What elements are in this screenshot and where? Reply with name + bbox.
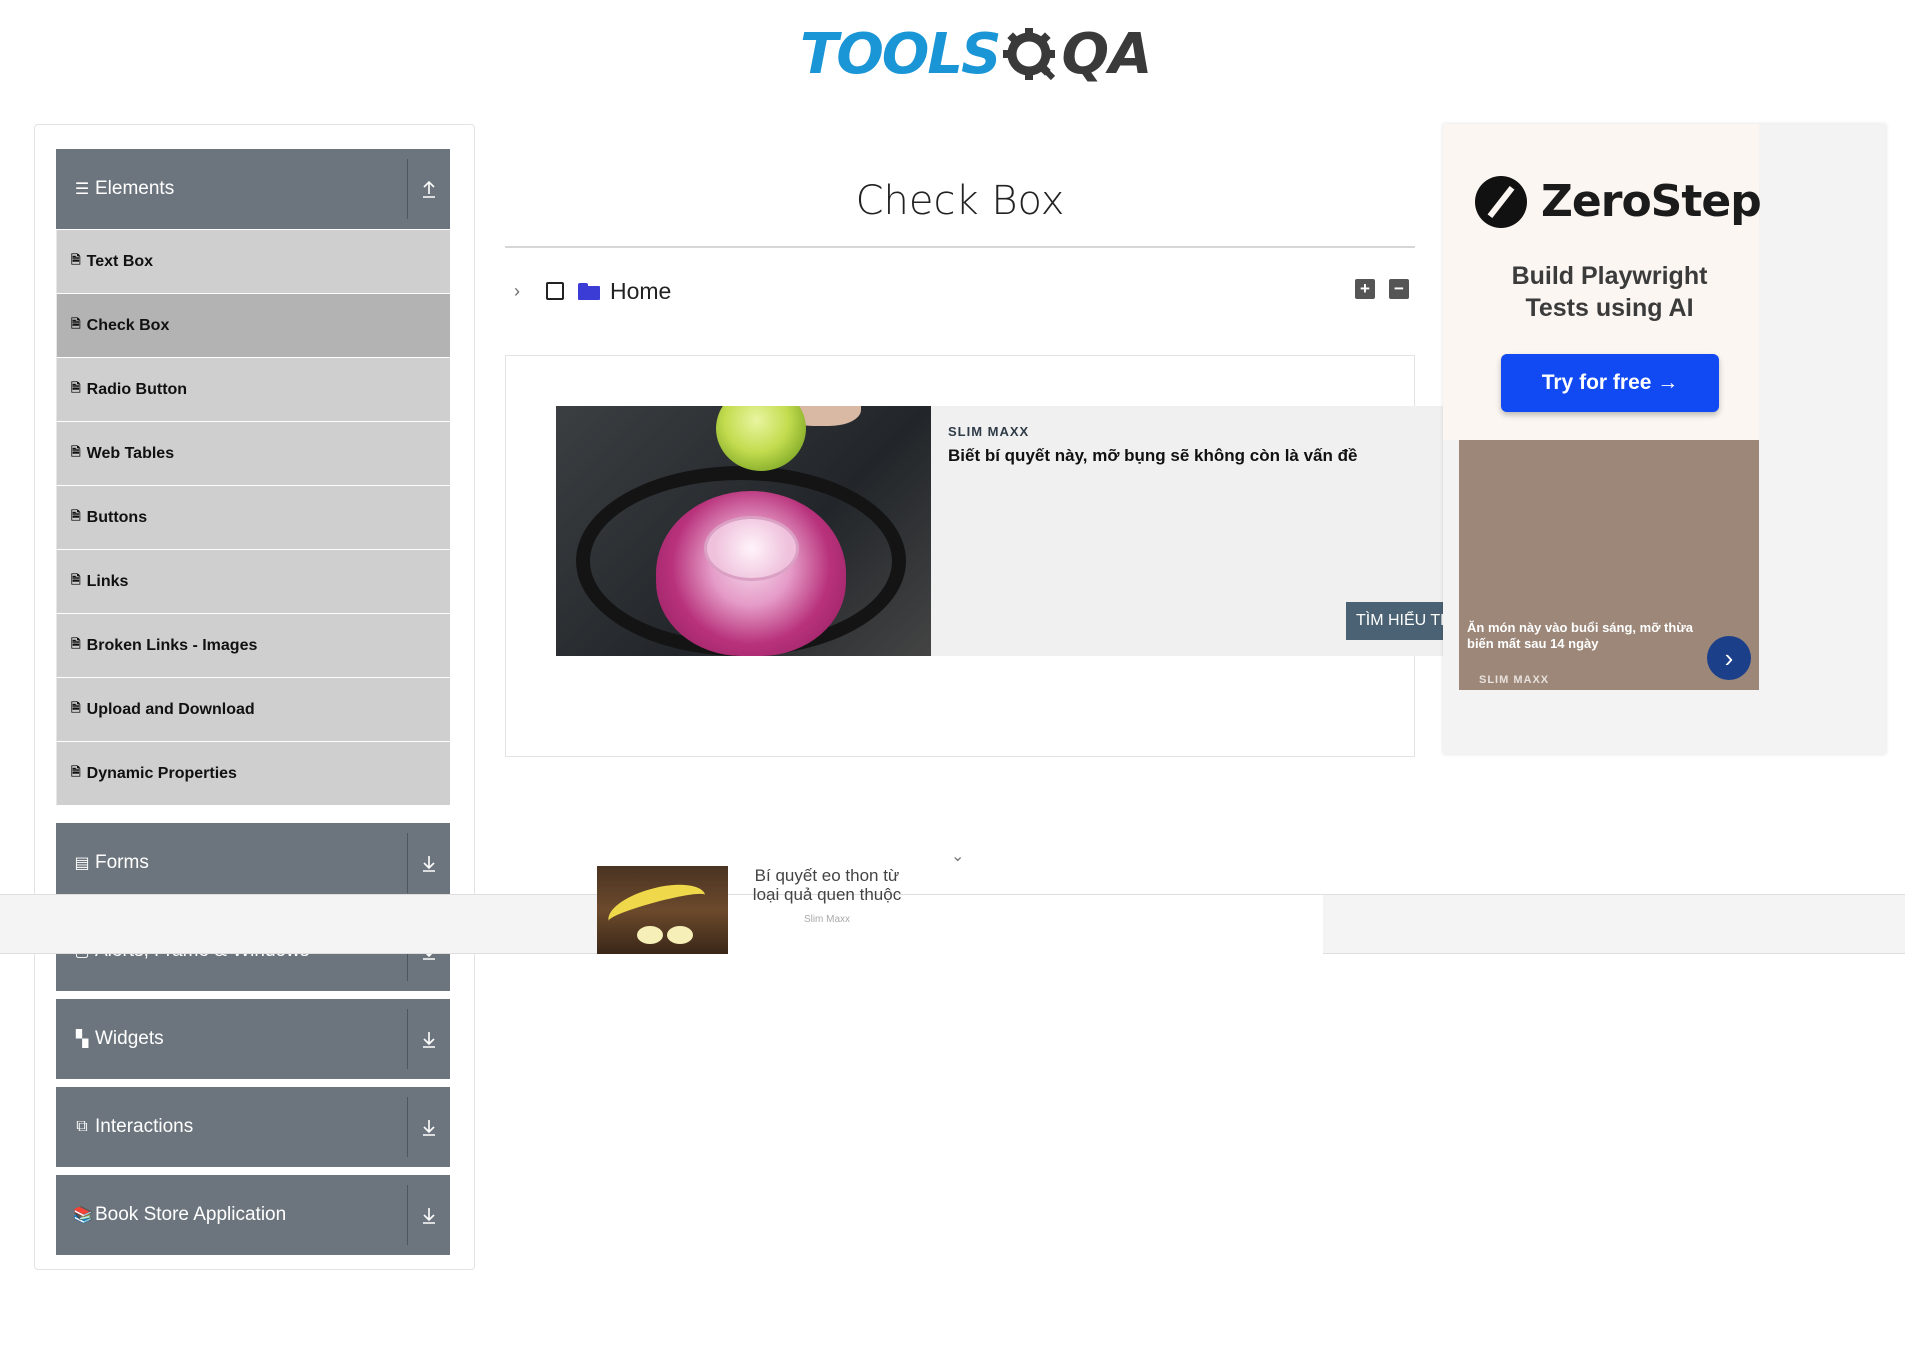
document-icon: 🗎 — [71, 317, 81, 331]
bottom-ad-text[interactable]: Bí quyết eo thon từ loại quả quen thuộc — [742, 866, 912, 904]
group-title: Widgets — [95, 1028, 164, 1049]
sidebar-item-label: Links — [86, 572, 129, 590]
group-header-elements[interactable]: ☰ Elements — [56, 149, 450, 229]
ad-image-onion — [556, 406, 931, 656]
book-icon: 📚 — [73, 1207, 93, 1224]
document-icon: 🗎 — [71, 765, 81, 779]
home-checkbox[interactable] — [546, 282, 564, 300]
document-icon: 🗎 — [71, 573, 81, 587]
bottom-sticky-ad: Bí quyết eo thon từ loại quả quen thuộc … — [0, 866, 1905, 955]
sidebar-item-links[interactable]: 🗎 Links — [56, 550, 450, 614]
document-icon: 🗎 — [71, 701, 81, 715]
zerostep-tagline: Build Playwright Tests using AI — [1443, 260, 1776, 324]
group-divider — [407, 1185, 408, 1245]
slim-ad-text: Ăn món này vào buổi sáng, mỡ thừa biến m… — [1467, 620, 1693, 651]
interaction-icon: ⧉ — [76, 1118, 88, 1135]
group-header-widgets[interactable]: ▚ Widgets — [56, 999, 450, 1079]
widget-icon: ▚ — [75, 1031, 89, 1048]
document-icon: 🗎 — [71, 445, 81, 459]
expand-down-icon[interactable] — [416, 1175, 442, 1255]
sidebar-item-label: Dynamic Properties — [86, 764, 237, 782]
group-header-book-store[interactable]: 📚 Book Store Application — [56, 1175, 450, 1255]
chevron-down-icon[interactable]: ⌄ — [951, 846, 964, 866]
elements-menu-list: 🗎 Text Box 🗎 Check Box 🗎 Radio Button 🗎 Web … — [56, 230, 450, 806]
document-icon: 🗎 — [71, 381, 81, 395]
group-header-forms[interactable]: ▤ Forms — [56, 823, 450, 903]
zerostep-logo-icon — [1475, 176, 1527, 228]
group-header-interactions[interactable]: ⧉ Interactions — [56, 1087, 450, 1167]
form-icon: ▤ — [74, 855, 90, 872]
logo-qa-text: QA — [1061, 21, 1153, 87]
sidebar-item-label: Check Box — [86, 316, 170, 334]
right-ad[interactable]: ZeroStep Build Playwright Tests using AI… — [1443, 124, 1886, 754]
sidebar-item-dynamic-properties[interactable]: 🗎 Dynamic Properties — [56, 742, 450, 806]
page-title: Check Box — [855, 178, 1065, 224]
chevron-right-icon[interactable]: › — [514, 281, 536, 302]
document-icon: 🗎 — [71, 509, 81, 523]
document-icon: 🗎 — [71, 253, 81, 267]
sidebar-item-label: Upload and Download — [86, 700, 255, 718]
zerostep-ad-card[interactable]: ZeroStep Build Playwright Tests using AI… — [1443, 124, 1762, 440]
sidebar-item-upload-download[interactable]: 🗎 Upload and Download — [56, 678, 450, 742]
collapse-up-icon[interactable] — [416, 149, 442, 229]
document-icon: 🗎 — [71, 637, 81, 651]
sidebar-item-label: Radio Button — [86, 380, 188, 398]
page: TOOLS QA ☰ Elements 🗎 Text Box 🗎 Check B… — [0, 0, 1905, 1370]
logo-tools-text: TOOLS — [800, 21, 1001, 87]
sidebar-item-label: Broken Links - Images — [86, 636, 258, 654]
gear-icon — [1003, 28, 1056, 81]
title-divider — [505, 246, 1415, 248]
sidebar-item-label: Web Tables — [86, 444, 175, 462]
expand-down-icon[interactable] — [416, 1087, 442, 1167]
inline-ad[interactable]: SLIM MAXX Biết bí quyết này, mỡ bụng sẽ … — [556, 406, 1466, 656]
sidebar-item-label: Buttons — [86, 508, 148, 526]
folder-icon — [578, 282, 600, 300]
sidebar-item-buttons[interactable]: 🗎 Buttons — [56, 486, 450, 550]
inline-ad-container: SLIM MAXX Biết bí quyết này, mỡ bụng sẽ … — [505, 355, 1466, 757]
collapse-all-button[interactable]: − — [1389, 279, 1409, 299]
expand-down-icon[interactable] — [416, 999, 442, 1079]
zerostep-tagline-line2: Tests using AI — [1525, 294, 1694, 322]
group-title: Elements — [95, 178, 175, 199]
left-sidebar: ☰ Elements 🗎 Text Box 🗎 Check Box 🗎 Radio B… — [34, 124, 475, 1270]
sidebar-item-check-box[interactable]: 🗎 Check Box — [56, 294, 450, 358]
tree-node-label[interactable]: Home — [610, 278, 671, 305]
bottom-ad-brand: Slim Maxx — [803, 914, 851, 925]
group-title: Book Store Application — [95, 1204, 287, 1225]
bottom-ad-content[interactable]: Bí quyết eo thon từ loại quả quen thuộc … — [597, 866, 1323, 955]
expand-all-button[interactable]: + — [1355, 279, 1375, 299]
group-divider — [407, 1097, 408, 1157]
tree-node-home: › Home — [514, 274, 671, 308]
hamburger-icon: ☰ — [74, 181, 90, 198]
ad-image-banana — [597, 866, 728, 954]
ad-brand: SLIM MAXX — [948, 424, 1030, 439]
sidebar-item-text-box[interactable]: 🗎 Text Box — [56, 230, 450, 294]
slim-maxx-ad-card[interactable]: Ăn món này vào buổi sáng, mỡ thừa biến m… — [1459, 440, 1759, 690]
group-title: Forms — [95, 852, 149, 873]
group-divider — [407, 159, 408, 219]
expand-down-icon[interactable] — [416, 823, 442, 903]
group-divider — [407, 1009, 408, 1069]
sidebar-item-broken-links[interactable]: 🗎 Broken Links - Images — [56, 614, 450, 678]
sidebar-item-web-tables[interactable]: 🗎 Web Tables — [56, 422, 450, 486]
sidebar-item-label: Text Box — [86, 252, 154, 270]
try-for-free-button[interactable]: Try for free → — [1501, 354, 1719, 412]
slim-ad-brand: SLIM MAXX — [1479, 674, 1550, 686]
chevron-right-icon[interactable]: › — [1707, 636, 1751, 680]
group-title: Interactions — [95, 1116, 194, 1137]
toolsqa-logo[interactable]: TOOLS QA — [800, 14, 1152, 94]
sidebar-item-radio-button[interactable]: 🗎 Radio Button — [56, 358, 450, 422]
group-divider — [407, 833, 408, 893]
ad-headline[interactable]: Biết bí quyết này, mỡ bụng sẽ không còn … — [948, 446, 1357, 466]
zerostep-name: ZeroStep — [1541, 176, 1762, 227]
zerostep-tagline-line1: Build Playwright — [1511, 262, 1708, 290]
